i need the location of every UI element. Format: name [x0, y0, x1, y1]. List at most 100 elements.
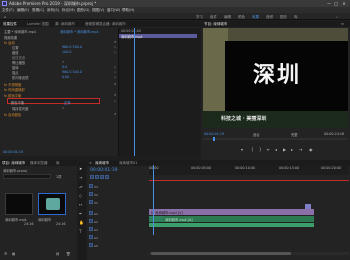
project-item-name[interactable]: 深圳城市.mp4 [5, 217, 27, 222]
trash-icon[interactable]: 🗑 [66, 252, 70, 256]
project-item-thumbnail[interactable] [5, 193, 33, 215]
workspace-tab-learn[interactable]: 学习 [196, 15, 203, 20]
workspace-tab-audio[interactable]: 音频 [266, 15, 273, 20]
hand-tool-icon[interactable]: ✋ [79, 220, 84, 225]
timeline-timecode[interactable]: 00:00:01:19 [90, 168, 117, 173]
param-position-value[interactable]: 960.0 540.0 [62, 45, 82, 49]
tab-audio-clip-mixer[interactable]: 音频剪辑混合器: 深圳城市 [85, 22, 126, 27]
track-header-v2[interactable]: V2 [89, 192, 98, 197]
slip-tool-icon[interactable]: ↔ [79, 202, 82, 207]
param-rotation-value[interactable]: 0.0 [62, 65, 67, 69]
workspace-tab-color[interactable]: 颜色 [238, 15, 245, 20]
highlight-param-value[interactable]: 正常 [64, 100, 71, 105]
mark-in-icon[interactable]: { [251, 147, 254, 152]
tab-sequence-01[interactable]: 深圳城市01 [119, 161, 137, 166]
linked-selection-icon[interactable] [95, 175, 99, 179]
work-area-bar[interactable] [149, 180, 349, 181]
timeline-ruler[interactable]: 00:00 00:00:05:00 00:00:10:00 00:00:15:0… [149, 165, 349, 175]
search-icon[interactable]: ⌕ [336, 15, 338, 19]
pen-tool-icon[interactable]: ✒ [79, 211, 82, 216]
workspace-tab-editing[interactable]: 编辑 [224, 15, 231, 20]
effect-color-balance[interactable]: fx 颜色平衡 [4, 93, 21, 98]
list-view-icon[interactable]: ☰ [4, 252, 7, 256]
keyframe-toggle-icon[interactable]: ◇ [113, 70, 117, 74]
tab-lumetri-scopes[interactable]: Lumetri 范围 [27, 22, 49, 27]
reset-icon[interactable]: ↺ [113, 40, 117, 44]
param-anchor-value[interactable]: 960.0 540.0 [62, 70, 82, 74]
uniform-scale-checkbox[interactable]: ✓ [62, 60, 65, 64]
close-button[interactable]: ✕ [341, 1, 347, 6]
add-marker-icon[interactable]: ▾ [241, 147, 243, 152]
timeline-playhead[interactable] [153, 165, 154, 235]
mark-out-icon[interactable]: } [259, 147, 262, 152]
selection-tool-icon[interactable]: ➤ [79, 166, 82, 171]
tab-project[interactable]: 项目: 深圳城市 [2, 161, 25, 166]
track-header-a4[interactable]: A4 [89, 235, 98, 240]
track-header-a2[interactable]: A2 [89, 219, 98, 224]
go-to-out-icon[interactable]: ⇥ [299, 147, 302, 152]
reset-icon[interactable]: ↺ [113, 82, 117, 86]
icon-view-icon[interactable]: ▦ [12, 252, 15, 256]
snap-icon[interactable] [90, 175, 94, 179]
workspace-tab-assembly[interactable]: 组件 [210, 15, 217, 20]
reset-icon[interactable]: ↺ [113, 112, 117, 116]
workspace-tab-libraries[interactable]: 库 [294, 15, 298, 20]
effect-opacity[interactable]: fx 不透明度 [4, 82, 21, 87]
ec-timecode[interactable]: 00:00:01:19 [3, 150, 23, 154]
ripple-edit-tool-icon[interactable]: ⟛ [79, 184, 83, 189]
tab-media-browser[interactable]: 媒体浏览器 [30, 161, 48, 166]
razor-tool-icon[interactable]: ◇ [79, 193, 82, 198]
highlighted-parameter-row[interactable]: 颜色平衡 正常 [7, 98, 100, 105]
timeline-scroll-thumb[interactable] [151, 252, 291, 255]
audio-clip[interactable]: 深圳城市.mp4 [A] [149, 216, 314, 222]
source-line[interactable]: 主要 * 深圳城市.mp4 [4, 29, 36, 34]
minimize-button[interactable]: — [326, 1, 332, 6]
timeline-settings-icon[interactable] [105, 175, 109, 179]
effect-auto-color[interactable]: fx 自动颜色 [4, 112, 21, 117]
project-sequence-name[interactable]: 深圳城市 [38, 217, 51, 222]
maximize-button[interactable]: □ [333, 1, 339, 6]
project-sequence-thumbnail[interactable] [38, 193, 66, 215]
audio-clip-waveform[interactable] [149, 223, 314, 227]
program-scrubber[interactable] [203, 137, 348, 141]
reset-icon[interactable]: ↺ [113, 93, 117, 97]
workspace-tab-graphics[interactable]: 图形 [280, 15, 287, 20]
close-tab-icon[interactable]: × [89, 161, 92, 165]
tab-source[interactable]: 源: 深圳城市 [55, 22, 75, 27]
panel-menu-icon[interactable]: ≡ [341, 22, 344, 26]
keyframe-toggle-icon[interactable]: ◇ [113, 99, 117, 103]
param-flicker-value[interactable]: 0.00 [62, 75, 69, 79]
tab-program-monitor[interactable]: 节目: 深圳城市 [204, 22, 227, 27]
type-tool-icon[interactable]: T [79, 229, 81, 234]
workspace-tab-effects[interactable]: 效果 [252, 15, 259, 20]
keyframe-toggle-icon[interactable]: ◇ [113, 50, 117, 54]
track-header-v1[interactable]: V1 [89, 200, 98, 205]
ec-playhead[interactable] [134, 28, 135, 156]
go-to-in-icon[interactable]: ⇤ [267, 147, 270, 152]
tab-effect-controls[interactable]: 效果控件 [3, 22, 17, 27]
keyframe-toggle-icon[interactable]: ◇ [113, 65, 117, 69]
tab-libraries[interactable]: 库 [56, 161, 60, 166]
track-header-a1[interactable]: A1 [89, 211, 98, 216]
clip-line[interactable]: 深圳城市 * 深圳城市.mp4 [60, 29, 99, 34]
fit-dropdown[interactable]: 适合 [253, 132, 260, 137]
tab-sequence-main[interactable]: 深圳城市 [95, 161, 109, 166]
project-search-input[interactable] [3, 174, 51, 179]
track-header-a3[interactable]: A3 [89, 227, 98, 232]
home-icon[interactable]: ⌂ [4, 15, 6, 19]
play-icon[interactable]: ▶ [283, 147, 286, 152]
program-playhead[interactable] [213, 137, 215, 141]
quality-dropdown[interactable]: 完整 [291, 132, 298, 137]
track-header-v3[interactable]: V3 [89, 184, 98, 189]
video-clip[interactable]: fx 深圳城市.mp4 [V] [149, 209, 314, 215]
new-item-icon[interactable]: ▤ [56, 252, 59, 256]
marker-icon[interactable] [305, 204, 311, 209]
param-scale-value[interactable]: 100.0 [62, 50, 71, 54]
program-timecode[interactable]: 00:00:01:19 [204, 132, 224, 136]
track-header-a5[interactable]: A5 [89, 243, 98, 248]
ec-clip-bar[interactable]: 深圳城市.mp4 [119, 34, 197, 39]
export-frame-icon[interactable]: ◉ [309, 147, 313, 152]
step-forward-icon[interactable]: ▸ [291, 147, 293, 152]
effect-time-remap[interactable]: fx 时间重映射 [4, 87, 25, 92]
effect-motion[interactable]: fx 运动 [4, 40, 15, 45]
